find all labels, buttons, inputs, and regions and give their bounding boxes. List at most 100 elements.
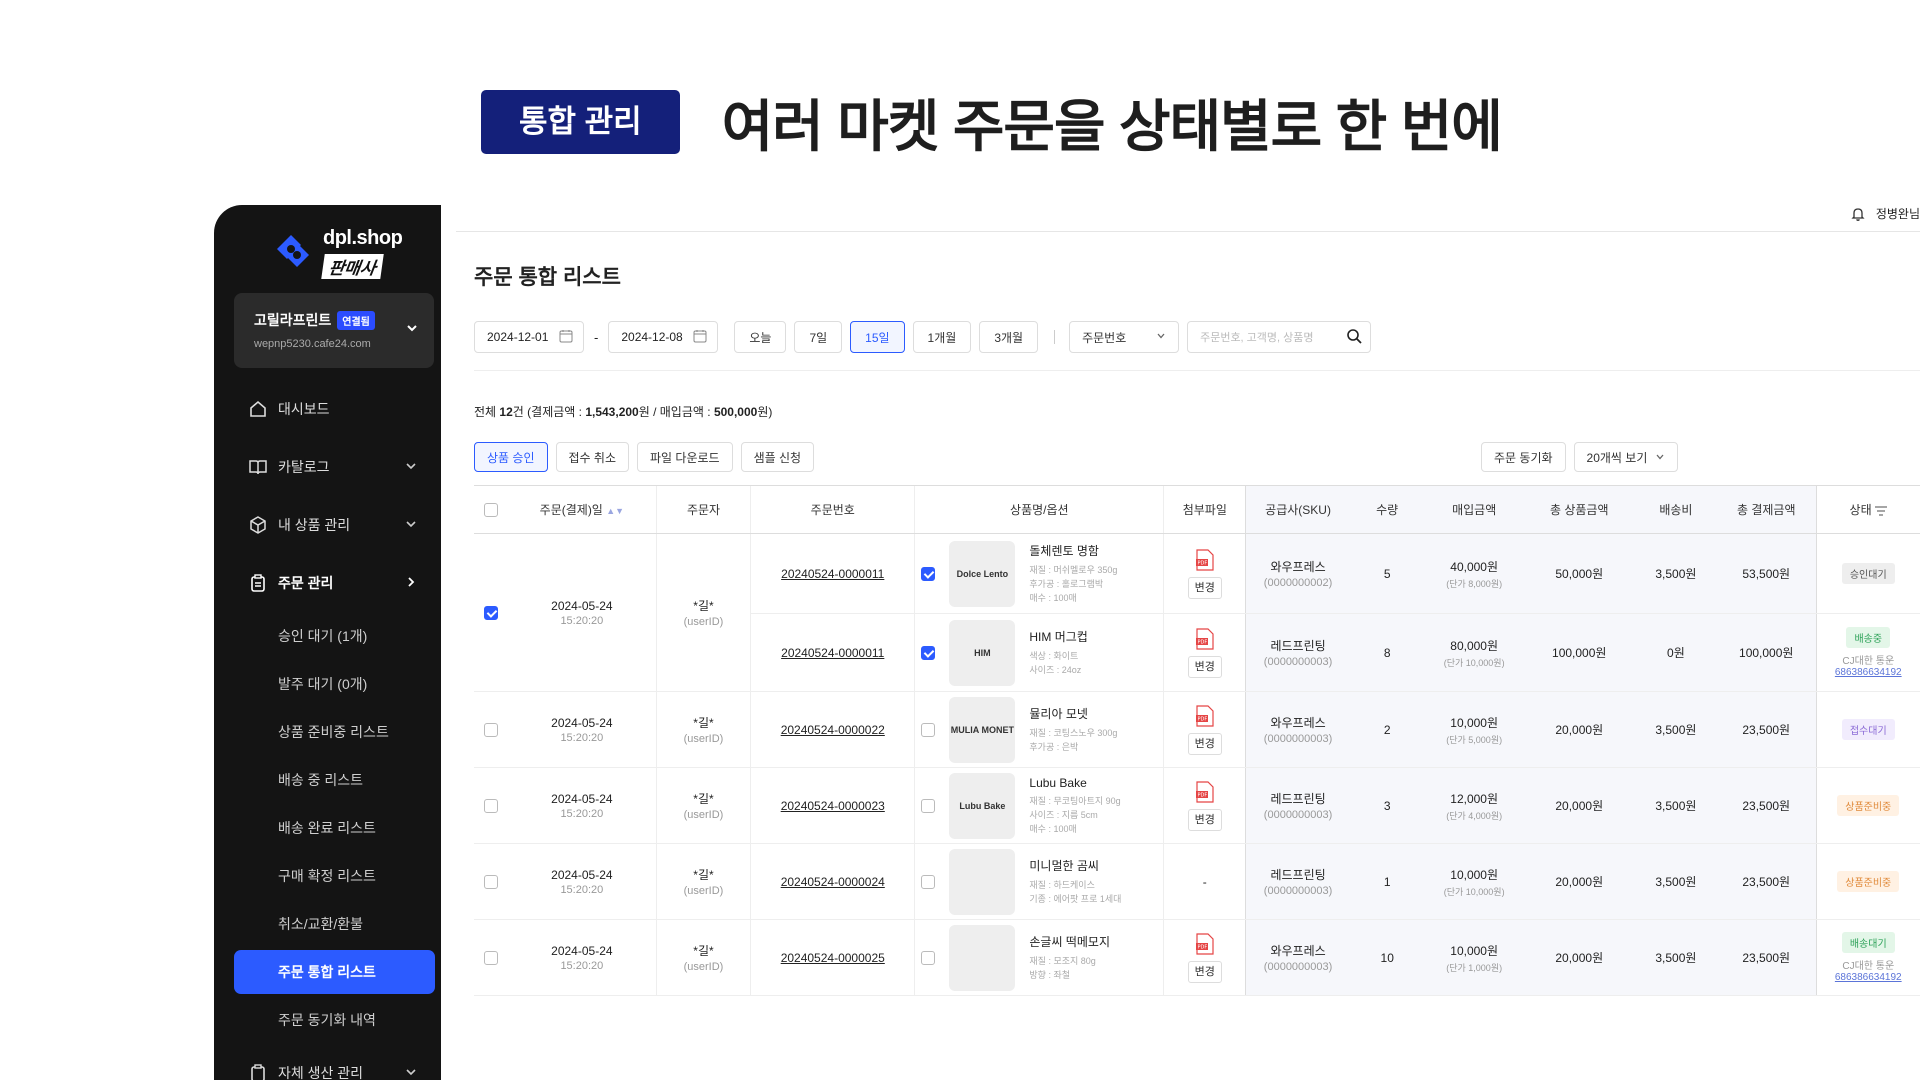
order-date: 2024-05-24 (551, 598, 613, 613)
chevron-down-icon (1655, 452, 1665, 462)
row-checkbox[interactable] (483, 722, 498, 737)
table-row[interactable]: 2024-05-24 15:20:20 *길* (userID) 20240524-00… (474, 919, 1920, 996)
sidebar-item-self-production[interactable]: 자체 생산 관리 (214, 1044, 441, 1080)
account-switcher[interactable]: 고릴라프린트 연결됨 wepnp5230.cafe24.com (234, 293, 434, 368)
product-thumbnail[interactable]: Lubu Bake (949, 772, 1016, 839)
search-input[interactable]: 주문번호, 고객명, 상품명 (1187, 321, 1372, 353)
change-file-button[interactable]: 변경 (1187, 655, 1222, 678)
brand-sub: 판매사 (321, 254, 384, 279)
period-7d-button[interactable]: 7일 (794, 321, 843, 353)
header-status[interactable]: 상태 (1815, 485, 1920, 534)
sidebar-subitem-cancel-return[interactable]: 취소/교환/환불 (214, 900, 441, 948)
change-file-button[interactable]: 변경 (1187, 808, 1222, 831)
sidebar-item-my-products[interactable]: 내 상품 관리 (214, 496, 441, 554)
summary-count: 12 (499, 405, 513, 419)
sidebar-item-dashboard[interactable]: 대시보드 (214, 380, 441, 438)
approve-button[interactable]: 상품 승인 (474, 442, 548, 472)
sidebar-subitem-preparing[interactable]: 상품 준비중 리스트 (214, 708, 441, 756)
sample-request-button[interactable]: 샘플 신청 (740, 442, 815, 472)
select-all-checkbox[interactable] (483, 502, 498, 517)
search-icon[interactable] (1346, 328, 1362, 347)
brand-logo[interactable]: dpl.shop 판매사 (269, 227, 403, 279)
row-checkbox[interactable] (483, 605, 498, 620)
table-row[interactable]: 2024-05-24 15:20:20 *길* (userID) 20240524-00… (474, 767, 1920, 844)
row-checkbox[interactable] (483, 798, 498, 813)
period-15d-button[interactable]: 15일 (850, 321, 905, 353)
table-row[interactable]: 2024-05-24 15:20:20 *길* (userID) 20240524-00… (474, 843, 1920, 920)
sidebar-subitem-pending-approval[interactable]: 승인 대기 (1개) (214, 612, 441, 660)
search-type-select[interactable]: 주문번호 (1069, 321, 1180, 353)
end-date-field[interactable]: 2024-12-08 (608, 321, 719, 353)
table-header: 주문(결제)일 ▲▼ 주문자 주문번호 상품명/옵션 첨부파일 공급사(SKU)… (474, 485, 1920, 534)
qty-cell: 2 (1349, 691, 1425, 768)
sidebar-subitem-order-list[interactable]: 주문 통합 리스트 (234, 950, 435, 994)
item-checkbox[interactable] (921, 645, 936, 660)
sidebar-subitem-confirmed[interactable]: 구매 확정 리스트 (214, 852, 441, 900)
period-3m-button[interactable]: 3개월 (979, 321, 1039, 353)
sidebar-item-catalog[interactable]: 카탈로그 (214, 438, 441, 496)
sort-icon[interactable]: ▲▼ (606, 506, 624, 516)
product-thumbnail[interactable] (949, 924, 1016, 991)
per-page-select[interactable]: 20개씩 보기 (1573, 442, 1679, 472)
order-number-link[interactable]: 20240524-0000025 (781, 951, 885, 965)
sidebar-subitem-sync-history[interactable]: 주문 동기화 내역 (214, 996, 441, 1044)
chevron-right-icon (405, 575, 417, 591)
pdf-file-icon[interactable]: PDF (1195, 704, 1215, 727)
start-date-field[interactable]: 2024-12-01 (474, 321, 584, 353)
cancel-receipt-button[interactable]: 접수 취소 (555, 442, 629, 472)
sidebar-subitem-shipping[interactable]: 배송 중 리스트 (214, 756, 441, 804)
chevron-down-icon[interactable] (406, 321, 418, 339)
row-checkbox[interactable] (483, 874, 498, 889)
orderer-cell: *길* (userID) (655, 843, 751, 920)
sidebar-subitem-delivered[interactable]: 배송 완료 리스트 (214, 804, 441, 852)
order-number-link[interactable]: 20240524-0000024 (781, 875, 885, 889)
supplier-cell: 레드프린팅 (0000000003) (1245, 767, 1350, 844)
table-row[interactable]: 2024-05-24 15:20:20 *길* (userID) 20240524-00… (474, 691, 1920, 768)
file-download-button[interactable]: 파일 다운로드 (637, 442, 733, 472)
item-checkbox[interactable] (921, 874, 936, 889)
order-no-cell: 20240524-0000011 (750, 533, 915, 614)
pdf-file-icon[interactable]: PDF (1195, 627, 1215, 650)
pdf-file-icon[interactable]: PDF (1195, 932, 1215, 955)
start-date-value: 2024-12-01 (487, 330, 549, 344)
order-sync-button[interactable]: 주문 동기화 (1481, 442, 1566, 472)
order-date-cell: 2024-05-24 15:20:20 (507, 843, 657, 920)
change-file-button[interactable]: 변경 (1187, 732, 1222, 755)
supplier-sku: (0000000003) (1263, 809, 1333, 821)
filter-icon[interactable] (1874, 506, 1887, 516)
order-number-link[interactable]: 20240524-0000011 (781, 567, 884, 581)
order-number-link[interactable]: 20240524-0000023 (781, 799, 885, 813)
header-date[interactable]: 주문(결제)일 ▲▼ (507, 485, 657, 534)
purchase-cell: 10,000원 (단가 1,000원) (1424, 919, 1524, 996)
attachment-cell: PDF 변경 (1163, 533, 1246, 614)
tracking-number-link[interactable]: 686386634192 (1817, 667, 1920, 678)
product-thumbnail[interactable]: MULIA MONET (949, 696, 1016, 763)
order-number-link[interactable]: 20240524-0000011 (781, 646, 884, 660)
sidebar-subitem-pending-order[interactable]: 발주 대기 (0개) (214, 660, 441, 708)
pdf-file-icon[interactable]: PDF (1195, 548, 1215, 571)
change-file-button[interactable]: 변경 (1187, 960, 1222, 983)
product-thumbnail[interactable]: HIM (949, 619, 1016, 686)
product-option: 기종 : 에어팟 프로 1세대 (1029, 894, 1122, 904)
period-today-button[interactable]: 오늘 (734, 321, 787, 353)
period-1m-button[interactable]: 1개월 (912, 321, 972, 353)
header-supplier: 공급사(SKU) (1245, 485, 1350, 534)
item-checkbox[interactable] (921, 950, 936, 965)
table-row[interactable]: 2024-05-24 15:20:20 *길* (userID) 20240524-00… (474, 533, 1920, 692)
user-name[interactable]: 정병완님 (1876, 205, 1920, 222)
order-number-link[interactable]: 20240524-0000022 (781, 723, 885, 737)
product-thumbnail[interactable] (949, 848, 1016, 915)
product-thumbnail[interactable]: Dolce Lento (949, 540, 1016, 607)
product-option: 매수 : 100매 (1029, 823, 1077, 834)
header-select-all[interactable] (474, 485, 508, 534)
row-checkbox[interactable] (483, 950, 498, 965)
bell-icon[interactable] (1850, 206, 1866, 222)
orderer-id: (userID) (683, 733, 724, 745)
sidebar-item-orders[interactable]: 주문 관리 (214, 554, 441, 612)
tracking-number-link[interactable]: 686386634192 (1817, 972, 1920, 983)
change-file-button[interactable]: 변경 (1187, 576, 1222, 599)
pdf-file-icon[interactable]: PDF (1195, 780, 1215, 803)
item-checkbox[interactable] (921, 566, 936, 581)
item-checkbox[interactable] (921, 798, 936, 813)
item-checkbox[interactable] (921, 722, 936, 737)
